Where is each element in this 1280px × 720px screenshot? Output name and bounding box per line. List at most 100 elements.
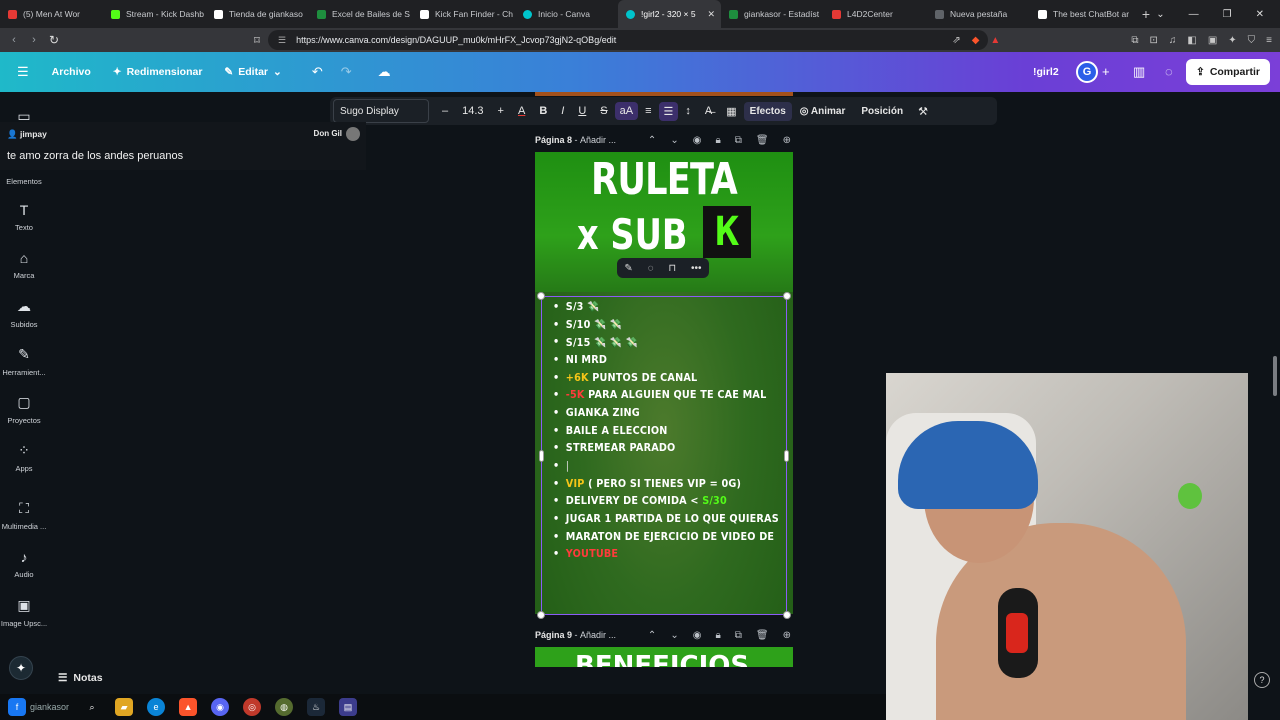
obs-icon[interactable]: ◎ [243, 698, 262, 716]
sidebar-item-texto[interactable]: T Texto [0, 202, 48, 232]
strikethrough-icon[interactable]: S [593, 105, 614, 117]
paint-format-icon[interactable]: ⚒ [911, 105, 935, 118]
extension-icon[interactable]: ⧉ [1131, 35, 1138, 46]
browser-tab[interactable]: giankasor - Estadíst [721, 0, 824, 28]
design-title-xsub[interactable]: x SUB [577, 210, 687, 259]
file-explorer-icon[interactable]: ▰ [115, 698, 134, 716]
forward-icon[interactable]: › [24, 34, 44, 46]
facebook-icon[interactable]: f [8, 698, 26, 716]
bookmark-icon[interactable]: ⌑ [247, 34, 267, 47]
browser-tab[interactable]: Kick Fan Finder - Ch [412, 0, 515, 28]
help-icon[interactable]: ? [1254, 672, 1270, 688]
chevron-up-icon[interactable]: ⌃ [648, 135, 656, 146]
hamburger-menu-icon[interactable]: ☰ [17, 64, 29, 80]
add-collaborator-icon[interactable]: + [1102, 64, 1110, 79]
trash-icon[interactable]: 🗑︎ [756, 135, 769, 146]
browser-tab[interactable]: (5) Men At Wor [0, 0, 103, 28]
spacing-icon[interactable]: ↕ [678, 105, 698, 117]
kick-logo[interactable]: K [703, 206, 751, 258]
page-9-canvas[interactable]: BENEFICIOS [535, 647, 793, 667]
bulleted-list-icon[interactable]: ☰ [658, 101, 679, 121]
ai-icon[interactable]: ✦ [1228, 35, 1236, 46]
insights-icon[interactable]: ▥ [1133, 64, 1145, 80]
transparency-icon[interactable]: ▦ [719, 105, 743, 118]
maximize-icon[interactable]: ❐ [1223, 9, 1232, 20]
underline-icon[interactable]: U [571, 105, 593, 117]
game-icon[interactable]: ◍ [275, 698, 294, 716]
font-selector[interactable]: Sugo Display [333, 99, 429, 123]
redo-icon[interactable]: ↷ [341, 64, 352, 80]
add-page-icon[interactable]: ⊕ [783, 630, 791, 641]
sidebar-item-audio[interactable]: ♪ Audio [0, 549, 48, 579]
add-page-icon[interactable]: ⊕ [783, 135, 791, 146]
sidebar-item-marca[interactable]: ⌂ Marca [0, 250, 48, 280]
sidebar-item-image-upscaler[interactable]: ▣ Image Upsc... [0, 597, 48, 628]
browser-tab[interactable]: Tienda de giankaso [206, 0, 309, 28]
avatar[interactable]: G [1076, 61, 1098, 83]
lock-icon[interactable]: 🔒︎ [715, 630, 720, 641]
redimensionar-button[interactable]: ✦ Redimensionar [113, 66, 203, 78]
posicion-button[interactable]: Posición [853, 106, 911, 117]
tab-search-icon[interactable]: ⌄ [1156, 9, 1164, 20]
page-8-add-title[interactable]: Añadir ... [580, 135, 616, 145]
browser-tab-active[interactable]: !girl2 - 320 × 5 ✕ [618, 0, 721, 28]
notes-button[interactable]: ☰ Notas [58, 672, 103, 684]
decrease-size-button[interactable]: – [435, 105, 455, 117]
more-options-icon[interactable]: ••• [691, 263, 702, 274]
comment-icon[interactable]: ◌ [1165, 64, 1173, 79]
browser-tab[interactable]: Excel de Bailes de S [309, 0, 412, 28]
design-name[interactable]: !girl2 [1033, 66, 1059, 78]
page-9-add-title[interactable]: Añadir ... [580, 630, 616, 640]
brave-shield-icon[interactable]: ◆ [972, 35, 980, 46]
magic-write-icon[interactable]: ✎ [624, 263, 632, 274]
menu-icon[interactable]: ≡ [1266, 35, 1272, 46]
sidebar-toggle-icon[interactable]: ◧ [1187, 35, 1196, 46]
close-window-icon[interactable]: ✕ [1256, 9, 1264, 20]
chevron-down-icon[interactable]: ⌄ [670, 135, 678, 146]
brave-icon[interactable]: ▲ [179, 698, 198, 716]
reward-list[interactable]: S/3 💸 S/10 💸 💸 S/15 💸 💸 💸 NI MRD +6K PUN… [553, 298, 789, 563]
sidebar-item-elementos[interactable]: Elementos [0, 177, 48, 186]
trash-icon[interactable]: 🗑︎ [756, 630, 769, 641]
bold-icon[interactable]: B [532, 105, 554, 117]
wallet-icon[interactable]: ▣ [1208, 35, 1217, 46]
comment-icon[interactable]: ◌ [648, 263, 654, 274]
cloud-saved-icon[interactable]: ☁ [378, 64, 391, 80]
rewards-icon[interactable]: ▲ [990, 35, 1000, 46]
efectos-button[interactable]: Efectos [743, 101, 792, 121]
search-icon[interactable]: ⌕ [83, 698, 101, 716]
music-icon[interactable]: ♫ [1169, 35, 1177, 46]
chevron-down-icon[interactable]: ⌄ [670, 630, 678, 641]
extension-icon[interactable]: ⊡ [1149, 35, 1157, 46]
sidebar-item-subidos[interactable]: ☁ Subidos [0, 298, 48, 329]
scrollbar[interactable] [1273, 356, 1277, 396]
lock-icon[interactable]: 🔒︎ [715, 135, 720, 146]
browser-tab[interactable]: Nueva pestaña [927, 0, 1030, 28]
share-button[interactable]: ⇪ Compartir [1186, 59, 1270, 85]
duplicate-icon[interactable]: ⧉ [735, 135, 742, 146]
undo-icon[interactable]: ↶ [312, 64, 323, 80]
resize-handle[interactable] [783, 611, 791, 619]
text-effects-icon[interactable]: A̶ [698, 105, 719, 117]
duplicate-icon[interactable]: ⧉ [735, 630, 742, 641]
tab-close-icon[interactable]: ✕ [707, 9, 715, 20]
design-title-ruleta[interactable]: RULETA [561, 154, 767, 205]
browser-tab[interactable]: Stream - Kick Dashb [103, 0, 206, 28]
back-icon[interactable]: ‹ [4, 34, 24, 46]
reload-icon[interactable]: ↻ [44, 33, 64, 47]
lock-icon[interactable]: ⊓ [668, 263, 676, 274]
sidebar-item-apps[interactable]: ⁘ Apps [0, 442, 48, 473]
minimize-icon[interactable]: — [1189, 9, 1199, 20]
browser-tab[interactable]: Inicio - Canva [515, 0, 618, 28]
hide-icon[interactable]: ◉ [693, 135, 702, 146]
share-page-icon[interactable]: ⇗ [952, 35, 960, 46]
resize-handle-side[interactable] [539, 450, 544, 462]
align-icon[interactable]: ≡ [638, 105, 658, 117]
resize-handle[interactable] [537, 611, 545, 619]
edge-icon[interactable]: e [147, 698, 166, 716]
italic-icon[interactable]: I [554, 105, 571, 117]
archivo-button[interactable]: Archivo [52, 66, 91, 78]
sidebar-item-multimedia[interactable]: ⛶ Multimedia ... [0, 500, 48, 531]
hide-icon[interactable]: ◉ [693, 630, 702, 641]
url-field[interactable]: ☰ https://www.canva.com/design/DAGUUP_mu… [268, 30, 988, 50]
